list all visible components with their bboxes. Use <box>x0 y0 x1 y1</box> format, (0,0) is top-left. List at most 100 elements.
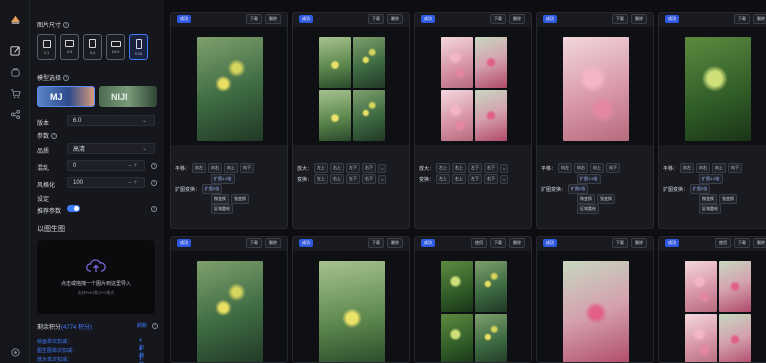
generated-image[interactable] <box>293 251 409 362</box>
download-button[interactable]: 下载 <box>490 238 506 248</box>
ratio-option[interactable]: 9:16 <box>129 34 148 60</box>
image-tile[interactable] <box>353 37 385 88</box>
use-button[interactable]: 使用 <box>715 238 731 248</box>
model-mj-button[interactable]: MJ <box>37 86 95 107</box>
generated-image[interactable] <box>415 27 531 145</box>
image-tile[interactable] <box>475 90 507 141</box>
delete-button[interactable]: 删除 <box>387 238 403 248</box>
vary-subtle-button[interactable]: 微变换 <box>211 194 229 204</box>
upscale-button[interactable]: 右上 <box>452 163 467 173</box>
vary-subtle-button[interactable]: 微变换 <box>699 194 717 204</box>
delete-button[interactable]: 删除 <box>753 238 766 248</box>
version-select[interactable]: 6.0 ⌄ <box>67 115 155 126</box>
download-button[interactable]: 下载 <box>612 14 628 24</box>
generated-image[interactable] <box>171 251 287 362</box>
image-tile[interactable] <box>441 314 473 362</box>
chaos-stepper[interactable]: 0 –+ <box>67 160 145 171</box>
image-tile[interactable] <box>441 37 473 88</box>
expand-2-button[interactable]: 扩图2倍 <box>202 184 223 194</box>
help-icon[interactable]: ? <box>151 163 157 169</box>
pan-button[interactable]: 向右 <box>696 163 711 173</box>
vary-button[interactable]: 右上 <box>452 174 467 184</box>
vary-region-button[interactable]: 区域重绘 <box>577 204 599 214</box>
image-tile[interactable] <box>685 314 717 362</box>
pan-button[interactable]: 向上 <box>590 163 605 173</box>
vary-button[interactable]: 左下 <box>468 174 483 184</box>
stylize-stepper[interactable]: 100 –+ <box>67 177 145 188</box>
ratio-option[interactable]: 16:9 <box>106 34 125 60</box>
upscale-button[interactable]: 右下 <box>362 163 377 173</box>
download-button[interactable]: 下载 <box>246 238 262 248</box>
vary-strong-button[interactable]: 强变换 <box>231 194 249 204</box>
generated-image[interactable] <box>659 251 766 362</box>
vary-region-button[interactable]: 区域重绘 <box>699 204 721 214</box>
expand-15-button[interactable]: 扩图1.5倍 <box>577 174 601 184</box>
help-icon[interactable]: ? <box>63 75 70 82</box>
recommend-toggle[interactable] <box>67 205 80 212</box>
generated-image[interactable] <box>537 27 653 145</box>
pan-button[interactable]: 向下 <box>606 163 621 173</box>
download-button[interactable]: 下载 <box>734 14 750 24</box>
share-icon[interactable] <box>7 106 23 122</box>
image-upload-dropzone[interactable]: 点击或拖拽一个图片到这里导入 支持PNG和JPG格式 <box>37 240 155 314</box>
pan-button[interactable]: 向上 <box>712 163 727 173</box>
vary-button[interactable]: 左下 <box>346 174 361 184</box>
refresh-link[interactable]: 刷新 <box>137 322 147 329</box>
image-tile[interactable] <box>319 37 351 88</box>
vary-button[interactable]: 右上 <box>330 174 345 184</box>
image-tile[interactable] <box>441 261 473 312</box>
delete-button[interactable]: 删除 <box>387 14 403 24</box>
ratio-option[interactable]: 1:1 <box>37 34 56 60</box>
help-icon[interactable]: ? <box>152 323 158 329</box>
vary-region-button[interactable]: 区域重绘 <box>211 204 233 214</box>
pan-button[interactable]: 向左 <box>558 163 573 173</box>
image-tile[interactable] <box>475 37 507 88</box>
stepper-controls[interactable]: –+ <box>128 163 139 169</box>
pan-button[interactable]: 向左 <box>192 163 207 173</box>
vary-subtle-button[interactable]: 微变换 <box>577 194 595 204</box>
upscale-button[interactable]: 左下 <box>468 163 483 173</box>
image-tile[interactable] <box>441 90 473 141</box>
generated-image[interactable] <box>537 251 653 362</box>
image-tile[interactable] <box>475 261 507 312</box>
model-niji-button[interactable]: NIJI <box>99 86 157 107</box>
vary-button[interactable]: 右下 <box>484 174 499 184</box>
delete-button[interactable]: 删除 <box>753 14 766 24</box>
generated-image[interactable] <box>171 27 287 145</box>
delete-button[interactable]: 删除 <box>631 238 647 248</box>
image-tile[interactable] <box>319 90 351 141</box>
upscale-button[interactable]: 左下 <box>346 163 361 173</box>
draw-icon[interactable] <box>7 42 23 58</box>
image-tile[interactable] <box>475 314 507 362</box>
help-icon[interactable]: ? <box>63 22 70 29</box>
pan-button[interactable]: 向左 <box>680 163 695 173</box>
refresh-icon[interactable]: ○ <box>500 163 509 173</box>
vary-strong-button[interactable]: 强变换 <box>597 194 615 204</box>
pan-button[interactable]: 向下 <box>728 163 743 173</box>
quality-select[interactable]: 高清 ⌄ <box>67 143 155 154</box>
stepper-controls[interactable]: –+ <box>128 180 139 186</box>
upscale-button[interactable]: 右上 <box>330 163 345 173</box>
generated-image[interactable] <box>659 27 766 145</box>
download-button[interactable]: 下载 <box>368 238 384 248</box>
download-button[interactable]: 下载 <box>612 238 628 248</box>
download-button[interactable]: 下载 <box>246 14 262 24</box>
help-icon[interactable]: ? <box>151 206 157 212</box>
expand-2-button[interactable]: 扩图2倍 <box>690 184 711 194</box>
help-icon[interactable]: ? <box>51 133 58 140</box>
delete-button[interactable]: 删除 <box>265 14 281 24</box>
ratio-option[interactable]: 3:4 <box>83 34 102 60</box>
generated-image[interactable] <box>415 251 531 362</box>
upscale-button[interactable]: 左上 <box>314 163 329 173</box>
vary-button[interactable]: 左上 <box>436 174 451 184</box>
refresh-icon[interactable]: ○ <box>500 174 509 184</box>
image-tile[interactable] <box>719 314 751 362</box>
refresh-icon[interactable]: ○ <box>378 174 387 184</box>
generated-image[interactable] <box>293 27 409 145</box>
upscale-button[interactable]: 左上 <box>436 163 451 173</box>
download-button[interactable]: 下载 <box>490 14 506 24</box>
gallery-icon[interactable] <box>7 64 23 80</box>
expand-15-button[interactable]: 扩图1.5倍 <box>699 174 723 184</box>
cart-icon[interactable] <box>7 85 23 101</box>
image-tile[interactable] <box>353 90 385 141</box>
